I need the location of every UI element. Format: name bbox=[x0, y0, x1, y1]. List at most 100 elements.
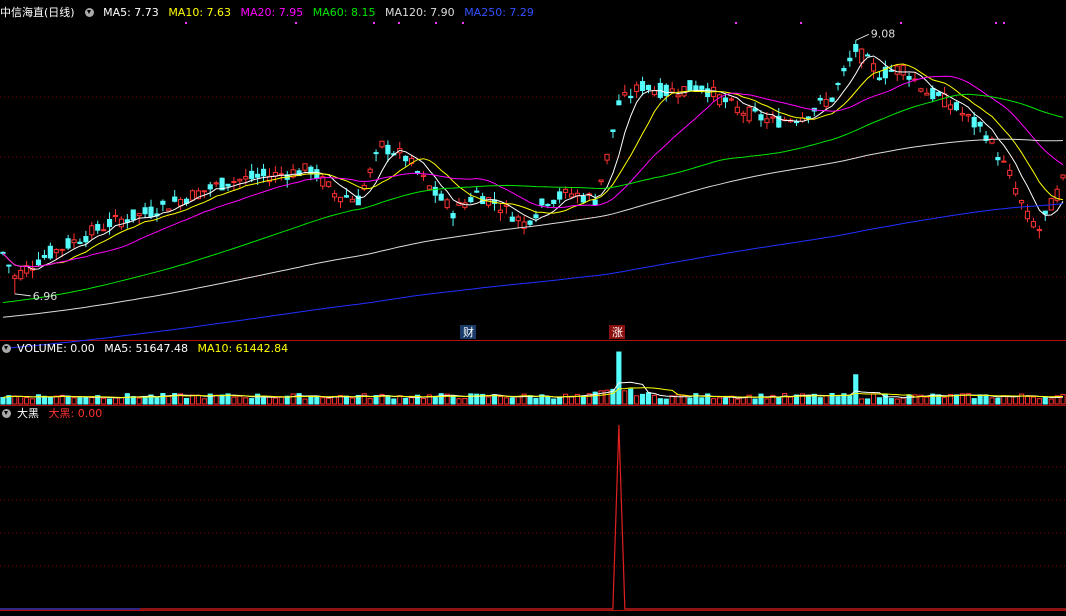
volume-bar bbox=[545, 396, 551, 405]
candle-body bbox=[65, 238, 71, 249]
candle-body bbox=[89, 225, 95, 236]
candle-body bbox=[6, 264, 12, 267]
candle-body bbox=[118, 218, 124, 228]
volume-bar bbox=[562, 393, 569, 405]
volume-bar bbox=[272, 397, 278, 405]
dropdown-icon[interactable] bbox=[2, 409, 11, 418]
candle-body bbox=[639, 81, 646, 92]
candle-body bbox=[497, 209, 504, 214]
volume-bar bbox=[314, 395, 320, 405]
volume-bar bbox=[888, 398, 894, 405]
event-marker bbox=[900, 22, 902, 24]
volume-bar bbox=[876, 397, 883, 405]
dropdown-icon[interactable] bbox=[2, 344, 11, 353]
indicator-name: 大黑 bbox=[17, 407, 39, 420]
candle-body bbox=[166, 208, 172, 212]
volume-bar bbox=[243, 397, 249, 405]
volume-bar bbox=[622, 390, 628, 405]
candle-body bbox=[746, 106, 752, 122]
candle-body bbox=[302, 163, 308, 171]
candle-body bbox=[977, 121, 983, 127]
candle-body bbox=[705, 88, 711, 98]
ma60-line bbox=[2, 93, 1064, 304]
volume-bar bbox=[89, 397, 95, 405]
volume-bar bbox=[853, 374, 859, 405]
candle-body bbox=[1024, 210, 1031, 220]
volume-panel-header: VOLUME: 0.00 MA5: 51647.48 MA10: 61442.8… bbox=[0, 341, 294, 357]
candle-body bbox=[41, 255, 47, 258]
candle-body bbox=[936, 91, 942, 96]
ma20-line bbox=[2, 75, 1064, 268]
volume-bar bbox=[195, 394, 201, 405]
candle-body bbox=[438, 193, 444, 201]
candle-body bbox=[18, 269, 24, 280]
ma5-label: MA5: 7.73 bbox=[103, 6, 159, 19]
ma5-line bbox=[2, 55, 1064, 270]
volume-bar bbox=[847, 395, 853, 405]
volume-bar bbox=[432, 395, 438, 405]
candle-body bbox=[645, 84, 652, 91]
volume-bar bbox=[278, 396, 284, 405]
candle-body bbox=[764, 118, 770, 124]
volume-bar bbox=[1036, 398, 1042, 405]
candle-body bbox=[959, 113, 965, 116]
volume-bar bbox=[989, 397, 995, 405]
volume-bar bbox=[663, 398, 669, 405]
volume-bar bbox=[302, 398, 308, 405]
volume-bar bbox=[1048, 398, 1054, 405]
candle-body bbox=[663, 84, 669, 96]
event-marker bbox=[185, 22, 187, 24]
candle-body bbox=[947, 104, 954, 110]
volume-bar bbox=[83, 396, 89, 405]
candle-body bbox=[1036, 228, 1042, 232]
volume-bar bbox=[758, 393, 764, 405]
candle-body bbox=[930, 87, 936, 100]
candle-body bbox=[373, 152, 379, 155]
volume-bar bbox=[47, 397, 53, 405]
volume-bar bbox=[403, 397, 409, 405]
volume-ma10-label: MA10: 61442.84 bbox=[197, 342, 289, 355]
volume-bar bbox=[651, 394, 657, 405]
event-marker bbox=[373, 22, 375, 24]
candle-body bbox=[598, 179, 604, 183]
volume-bar bbox=[296, 393, 302, 405]
volume-bar bbox=[237, 395, 243, 405]
volume-bar bbox=[657, 398, 663, 405]
volume-bar bbox=[420, 397, 427, 405]
volume-bar bbox=[580, 395, 586, 405]
volume-bar bbox=[752, 398, 758, 405]
candle-body bbox=[1030, 221, 1037, 228]
volume-label: VOLUME: 0.00 bbox=[17, 342, 95, 355]
volume-bar bbox=[616, 351, 622, 405]
volume-bar bbox=[971, 398, 977, 405]
volume-bar bbox=[669, 395, 675, 405]
candle-body bbox=[918, 88, 924, 92]
volume-bar bbox=[865, 398, 871, 405]
candle-body bbox=[231, 180, 237, 183]
ma20-label: MA20: 7.95 bbox=[240, 6, 304, 19]
candle-body bbox=[953, 102, 960, 111]
candle-body bbox=[1001, 160, 1007, 163]
event-marker bbox=[1003, 22, 1005, 24]
volume-bar bbox=[409, 397, 415, 405]
candle-body bbox=[942, 93, 948, 108]
volume-bar bbox=[983, 394, 989, 405]
candle-body bbox=[468, 197, 474, 203]
ma120-line bbox=[2, 138, 1064, 318]
volume-bar bbox=[130, 396, 136, 405]
candle-body bbox=[628, 95, 634, 99]
candle-body bbox=[580, 195, 586, 203]
candle-body bbox=[728, 98, 734, 101]
dropdown-icon[interactable] bbox=[84, 8, 94, 17]
volume-bar bbox=[35, 394, 42, 405]
volume-bar bbox=[764, 398, 770, 405]
volume-bar bbox=[722, 397, 729, 405]
event-marker bbox=[995, 22, 997, 24]
candle-body bbox=[332, 193, 338, 198]
candle-body bbox=[349, 198, 355, 203]
candle-body bbox=[337, 196, 344, 203]
candle-body bbox=[95, 223, 101, 231]
candle-body bbox=[1013, 187, 1019, 195]
volume-bar bbox=[942, 397, 948, 405]
volume-bar bbox=[1024, 395, 1031, 405]
